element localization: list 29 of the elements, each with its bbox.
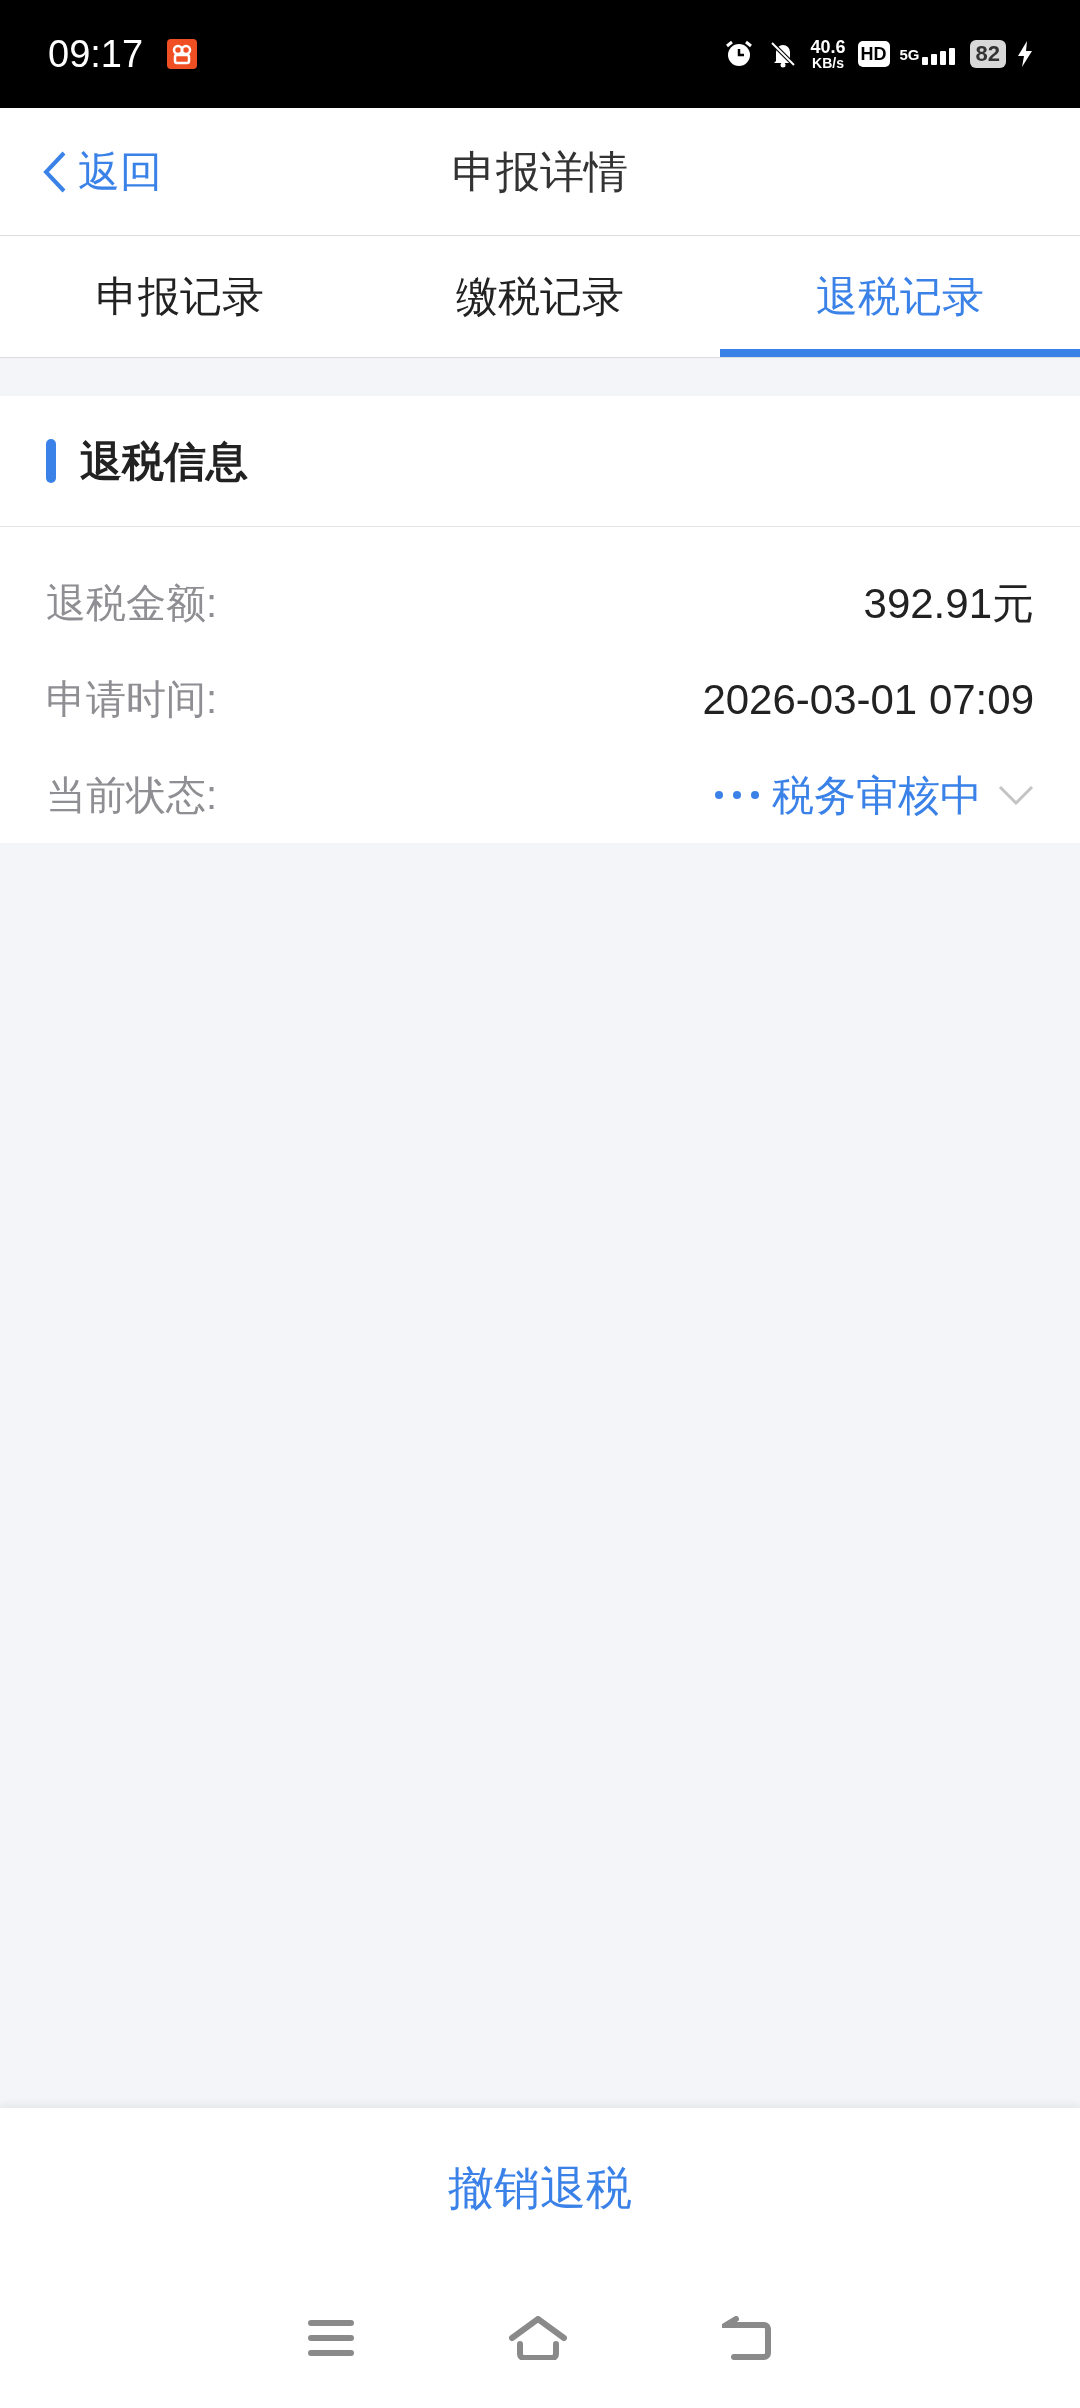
status-value: 税务审核中 xyxy=(772,770,982,821)
battery-indicator: 82 xyxy=(969,40,1006,68)
network-type: 5G xyxy=(899,46,920,62)
field-value: 2026-03-01 07:09 xyxy=(702,674,1034,725)
charging-bolt-icon xyxy=(1018,41,1032,67)
menu-icon[interactable] xyxy=(307,2319,354,2357)
field-label: 申请时间: xyxy=(46,676,218,723)
chevron-down-icon[interactable] xyxy=(998,785,1034,805)
chevron-left-icon xyxy=(42,149,68,194)
cancel-refund-button[interactable]: 撤销退税 xyxy=(428,2143,652,2233)
network-speed-unit: KB/s xyxy=(812,56,844,70)
back-button[interactable]: 返回 xyxy=(42,140,162,203)
network-speed: 40.6 xyxy=(810,38,846,56)
more-dots-icon xyxy=(714,790,760,800)
tab[interactable]: 申报记录 xyxy=(0,236,360,357)
field-value: 392.91元 xyxy=(863,578,1034,629)
back-icon[interactable] xyxy=(722,2316,773,2360)
section-title: 退税信息 xyxy=(80,436,248,487)
page-title: 申报详情 xyxy=(452,145,628,198)
field-label: 当前状态: xyxy=(46,772,218,819)
field-label: 退税金额: xyxy=(46,580,218,627)
app-notification-icon xyxy=(167,39,198,69)
tab[interactable]: 缴税记录 xyxy=(360,236,720,357)
alarm-icon xyxy=(724,39,755,69)
section-marker xyxy=(46,439,56,483)
clock-time: 09:17 xyxy=(48,31,144,77)
home-icon[interactable] xyxy=(509,2316,567,2360)
hd-badge: HD xyxy=(857,41,890,67)
tab[interactable]: 退税记录 xyxy=(720,236,1080,357)
